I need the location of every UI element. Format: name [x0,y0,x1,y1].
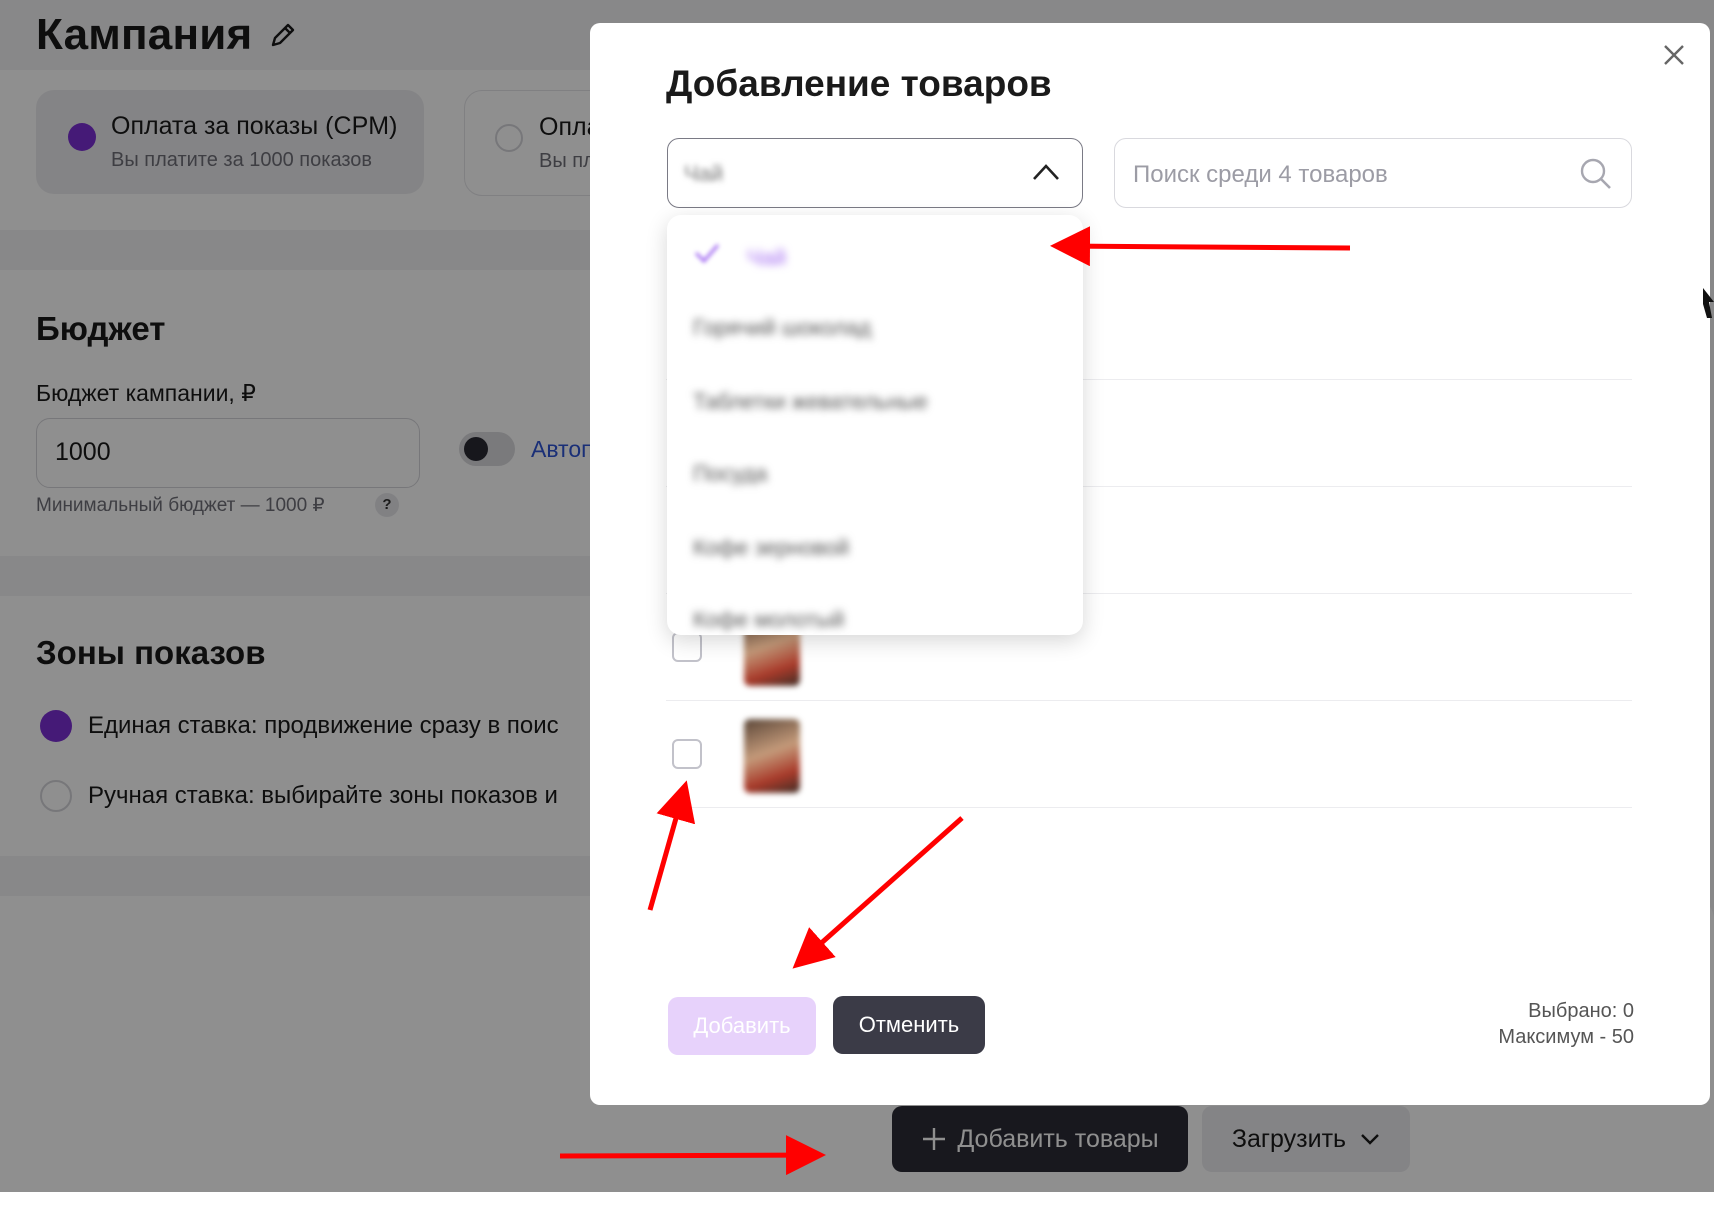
search-icon[interactable] [1579,157,1613,191]
product-thumbnail [744,719,800,793]
selected-count: Выбрано: 0 [1528,1000,1634,1022]
mouse-cursor-icon [1703,288,1714,318]
search-placeholder: Поиск среди 4 товаров [1133,161,1388,188]
check-icon [694,244,720,264]
cancel-button[interactable]: Отменить [833,996,985,1054]
product-search-input[interactable]: Поиск среди 4 товаров [1114,138,1632,208]
chevron-up-icon[interactable] [1032,163,1060,181]
category-dropdown: Чай Горячий шоколад Таблетки жевательные… [667,215,1083,635]
product-row[interactable] [666,701,1632,808]
dropdown-option[interactable]: Посуда [693,461,767,487]
modal-title: Добавление товаров [666,63,1052,104]
close-icon[interactable] [1656,37,1692,73]
category-select[interactable]: Чай [667,138,1083,208]
dropdown-option[interactable]: Кофе молотый [693,607,844,633]
max-count: Максимум - 50 [1498,1026,1634,1048]
product-checkbox[interactable] [672,739,702,769]
dropdown-option[interactable]: Кофе зерновой [693,535,849,561]
product-checkbox[interactable] [672,632,702,662]
add-button[interactable]: Добавить [668,997,816,1055]
dropdown-option[interactable]: Горячий шоколад [693,315,871,341]
dropdown-option-selected[interactable]: Чай [747,245,786,271]
category-select-value: Чай [684,161,724,186]
dropdown-option[interactable]: Таблетки жевательные [693,389,928,415]
add-products-modal: Добавление товаров Поиск среди 4 товаров [590,23,1710,1105]
